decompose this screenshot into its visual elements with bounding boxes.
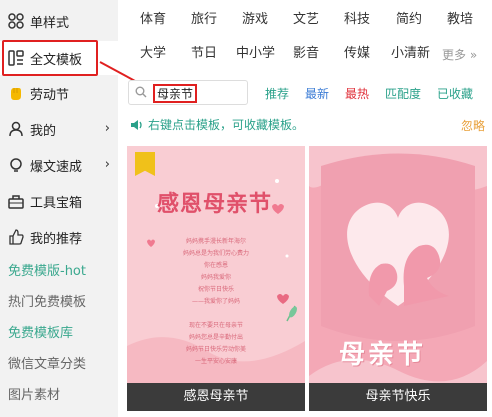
category-festival[interactable]: 节日 [191, 45, 217, 63]
poster-text: 妈妈携手漫长新年海尔 妈妈总是为我们劳心费力 你在感恩 妈妈我爱你 祝你节日快乐… [171, 236, 261, 368]
category-education[interactable]: 教培 [447, 11, 473, 29]
sidebar-item-single-style[interactable]: 单样式 [0, 4, 118, 38]
ignore-button[interactable]: 忽略 [461, 117, 485, 134]
sidebar-item-my-recommend[interactable]: 我的推荐 [0, 220, 118, 254]
sidebar-item-label: 工具宝箱 [30, 195, 83, 211]
search-input[interactable]: 母亲节 [128, 80, 248, 105]
more-label: 更多 [442, 48, 467, 62]
double-chevron-right-icon: » [466, 48, 478, 62]
category-travel[interactable]: 旅行 [191, 11, 217, 29]
sidebar-link-free-library[interactable]: 免费模板库 [0, 314, 118, 348]
chevron-right-icon: › [104, 157, 110, 172]
chevron-right-icon: › [104, 121, 110, 136]
sidebar-item-label: 我的 [30, 123, 57, 139]
poster-line: 妈妈节日快乐劳动你美 [185, 346, 246, 353]
category-media[interactable]: 传媒 [344, 45, 370, 63]
poster-line [171, 308, 261, 320]
category-media-av[interactable]: 影音 [293, 45, 319, 63]
sidebar-item-label: 我的推荐 [30, 231, 83, 247]
category-arts[interactable]: 文艺 [293, 11, 319, 29]
filter-latest[interactable]: 最新 [305, 85, 329, 102]
sidebar-link-free-hot[interactable]: 免费模版-hot [0, 252, 118, 286]
fist-icon [8, 85, 24, 101]
poster-line: 妈妈您总是辛勤付出 [188, 334, 243, 341]
highlight-box [2, 40, 98, 76]
sidebar-item-toolbox[interactable]: 工具宝箱 [0, 184, 118, 218]
sidebar-item-label: 爆文速成 [30, 159, 83, 175]
poster-line: 现在不要只在母亲节 [188, 322, 243, 329]
filter-hottest[interactable]: 最热 [345, 85, 369, 102]
hint-text: 右键点击模板，可收藏模板。 [148, 118, 305, 132]
category-school[interactable]: 中小学 [236, 45, 275, 63]
filter-recommend[interactable]: 推荐 [265, 85, 289, 102]
bulb-icon [8, 157, 24, 173]
category-minimal[interactable]: 简约 [396, 11, 422, 29]
category-fresh[interactable]: 小清新 [391, 45, 430, 63]
sidebar-item-label: 单样式 [30, 15, 70, 31]
template-card[interactable]: 感恩母亲节 妈妈携手漫长新年海尔 妈妈总是为我们劳心费力 你在感恩 妈妈我爱你 … [127, 146, 305, 411]
sidebar-item-labor-day[interactable]: 劳动节 [0, 76, 118, 110]
poster-line: 妈妈总是为我们劳心费力 [182, 250, 249, 257]
poster-line: 一生平安心安康 [194, 358, 237, 365]
search-icon [135, 86, 147, 102]
filter-favorited[interactable]: 已收藏 [437, 85, 473, 102]
sidebar-link-hot-free[interactable]: 热门免费模板 [0, 283, 118, 317]
sidebar-item-mine[interactable]: 我的 › [0, 112, 118, 146]
toolbox-icon [8, 193, 24, 209]
poster-line: ——我爱你了妈妈 [191, 298, 240, 305]
card-caption: 母亲节快乐 [309, 383, 487, 411]
poster-line: 你在感恩 [203, 262, 228, 269]
sidebar-item-label: 劳动节 [30, 87, 70, 103]
sidebar-link-wechat-categories[interactable]: 微信文章分类 [0, 345, 118, 379]
poster-line: 祝你节日快乐 [197, 286, 234, 293]
poster-title: 感恩母亲节 [157, 192, 273, 217]
category-university[interactable]: 大学 [140, 45, 166, 63]
poster-line: 妈妈携手漫长新年海尔 [185, 238, 246, 245]
speaker-icon [130, 119, 144, 131]
grid-icon [8, 13, 24, 29]
category-sports[interactable]: 体育 [140, 11, 166, 29]
template-card[interactable]: 母亲节 母亲节快乐 [309, 146, 487, 411]
sidebar: 单样式 全文模板 劳动节 我的 › 爆文速成 › 工具宝箱 我的推荐 免费模版-… [0, 0, 118, 417]
poster-title: 母亲节 [339, 340, 427, 370]
card-caption: 感恩母亲节 [127, 383, 305, 411]
filter-match[interactable]: 匹配度 [385, 85, 421, 102]
thumb-icon [8, 229, 24, 245]
category-games[interactable]: 游戏 [242, 11, 268, 29]
hint-bar: 右键点击模板，可收藏模板。 [130, 116, 304, 133]
category-tech[interactable]: 科技 [344, 11, 370, 29]
search-value: 母亲节 [153, 84, 198, 103]
more-categories-button[interactable]: 更多 » [442, 46, 477, 64]
sidebar-item-viral-article[interactable]: 爆文速成 › [0, 148, 118, 182]
poster-background [309, 146, 487, 411]
sidebar-link-image-material[interactable]: 图片素材 [0, 376, 118, 410]
user-icon [8, 121, 24, 137]
poster-line: 妈妈我爱你 [200, 274, 231, 281]
